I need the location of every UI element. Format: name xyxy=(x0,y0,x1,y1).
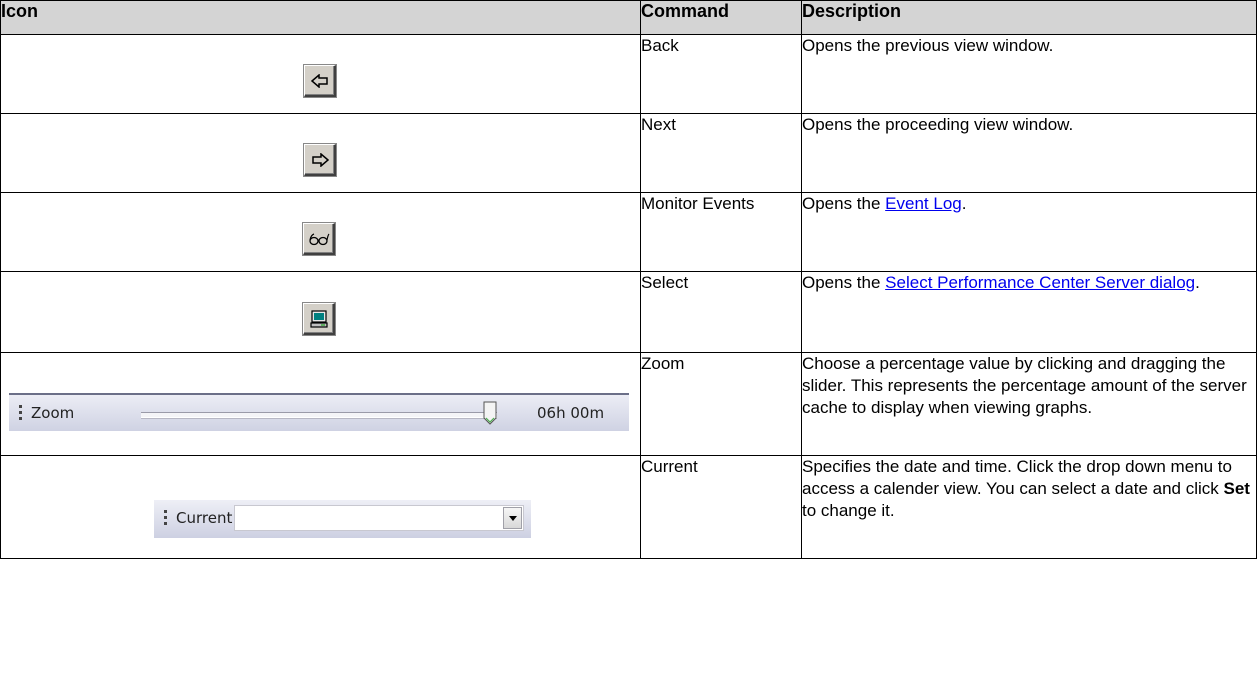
icon-cell: Zoom 06h 00m xyxy=(0,352,641,456)
command-name: Next xyxy=(640,113,802,193)
description-bold: Set xyxy=(1223,479,1250,498)
next-button[interactable] xyxy=(304,144,336,176)
description-text: . xyxy=(1195,273,1200,292)
back-arrow-icon xyxy=(310,73,328,88)
header-description: Description xyxy=(801,0,1257,35)
back-button[interactable] xyxy=(304,65,336,97)
icon-cell xyxy=(0,271,641,353)
table-row-next: Next Opens the proceeding view window. xyxy=(0,113,1257,193)
zoom-toolbar: Zoom 06h 00m xyxy=(9,393,629,431)
toolbar-grip[interactable] xyxy=(19,405,22,421)
zoom-value: 06h 00m xyxy=(537,404,605,422)
command-description: Opens the proceeding view window. xyxy=(801,113,1257,193)
table-row-zoom: Zoom 06h 00m Zoom Choose a percentage va… xyxy=(0,352,1257,456)
command-name: Select xyxy=(640,271,802,353)
zoom-slider-track[interactable] xyxy=(141,412,497,418)
description-text: Opens the xyxy=(802,273,886,292)
table-row-monitor-events: Monitor Events Opens the Event Log. xyxy=(0,192,1257,272)
command-description: Opens the Select Performance Center Serv… xyxy=(801,271,1257,353)
current-toolbar: Current xyxy=(154,500,531,538)
computer-monitor-icon xyxy=(309,309,328,328)
command-description: Opens the Event Log. xyxy=(801,192,1257,272)
chevron-down-icon xyxy=(508,515,517,521)
zoom-label: Zoom xyxy=(31,404,75,422)
table-header-row: Icon Command Description xyxy=(0,0,1257,35)
commands-table: Icon Command Description Back Opens the … xyxy=(0,0,1257,559)
current-label: Current xyxy=(176,509,233,527)
current-date-field[interactable] xyxy=(234,505,524,531)
icon-cell: Current xyxy=(0,455,641,559)
toolbar-grip[interactable] xyxy=(164,510,167,526)
command-name: Monitor Events xyxy=(640,192,802,272)
event-log-link[interactable]: Event Log xyxy=(885,194,962,213)
command-name: Back xyxy=(640,34,802,114)
description-text: Specifies the date and time. Click the d… xyxy=(802,457,1232,498)
table-row-current: Current Current Specifies the date and t… xyxy=(0,455,1257,559)
header-icon: Icon xyxy=(0,0,641,35)
description-text: to change it. xyxy=(802,501,895,520)
command-description: Specifies the date and time. Click the d… xyxy=(801,455,1257,559)
select-server-button[interactable] xyxy=(303,303,335,335)
zoom-slider-thumb[interactable] xyxy=(483,401,497,425)
glasses-icon xyxy=(308,232,329,245)
command-name: Zoom xyxy=(640,352,802,456)
command-name: Current xyxy=(640,455,802,559)
icon-cell xyxy=(0,34,641,114)
description-text: . xyxy=(961,194,967,213)
table-row-back: Back Opens the previous view window. xyxy=(0,34,1257,114)
select-server-dialog-link[interactable]: Select Performance Center Server dialog xyxy=(885,273,1195,292)
current-dropdown-button[interactable] xyxy=(503,507,522,529)
icon-cell xyxy=(0,192,641,272)
description-text: Opens the xyxy=(802,194,886,213)
monitor-events-button[interactable] xyxy=(303,223,335,255)
table-row-select: Select Opens the Select Performance Cent… xyxy=(0,271,1257,353)
command-description: Opens the previous view window. xyxy=(801,34,1257,114)
command-description: Choose a percentage value by clicking an… xyxy=(801,352,1257,456)
icon-cell xyxy=(0,113,641,193)
header-command: Command xyxy=(640,0,802,35)
next-arrow-icon xyxy=(311,152,329,167)
